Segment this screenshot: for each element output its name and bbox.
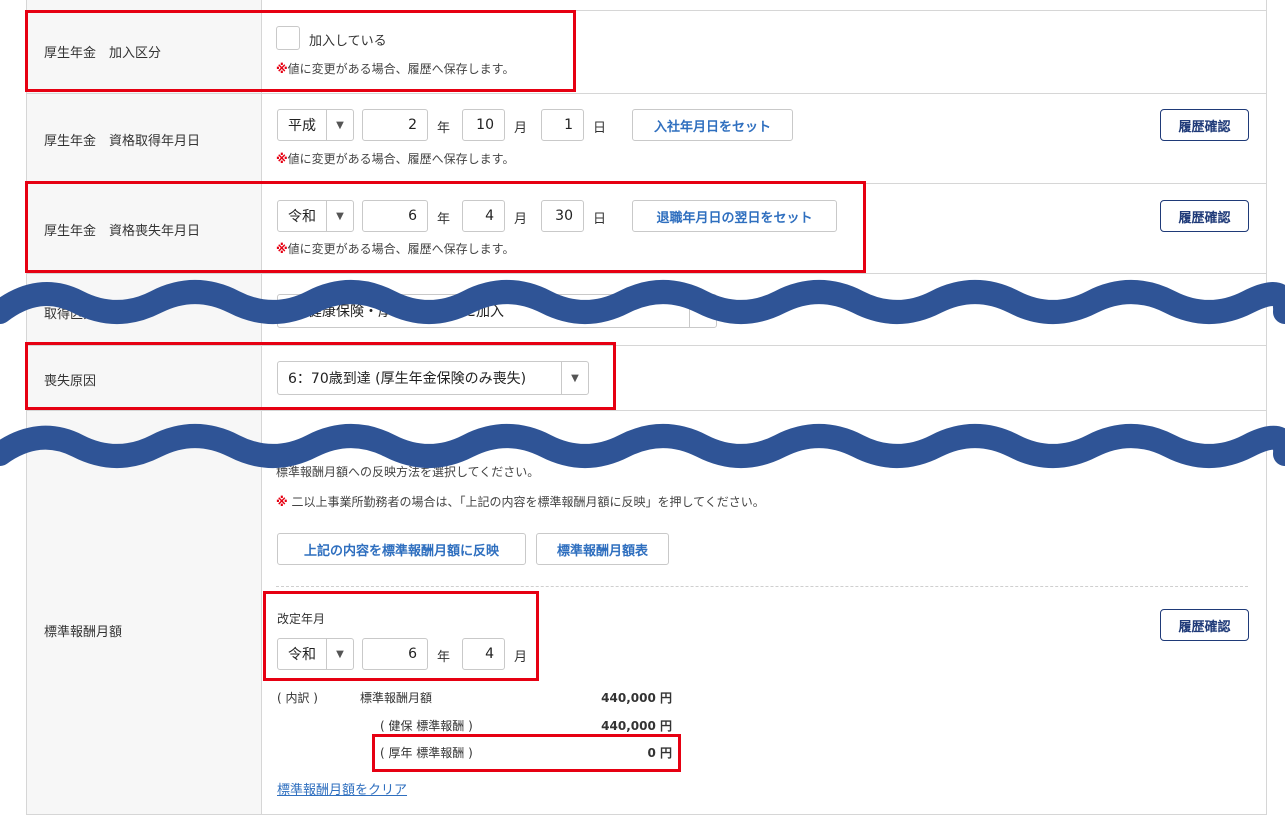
unit-year: 年 xyxy=(437,121,451,136)
breakdown-total-value: 440,000 円 xyxy=(601,691,672,705)
breakdown-prefix: ( 内訳 ) xyxy=(277,691,318,705)
highlight-soushitsu-genin xyxy=(25,342,616,410)
highlight-kaitei xyxy=(263,591,539,681)
soushitsu-history-button[interactable]: 履歴確認 xyxy=(1160,200,1249,232)
highlight-kounen-hyoujun xyxy=(372,734,681,772)
dashed-separator xyxy=(276,586,1248,587)
note-text: 二以上事業所勤務者の場合は、「上記の内容を標準報酬月額に反映」を押してください。 xyxy=(291,495,765,509)
reflect-hyoujun-button[interactable]: 上記の内容を標準報酬月額に反映 xyxy=(277,533,526,565)
shutoku-era-select[interactable]: 平成 ▼ xyxy=(277,109,354,141)
note-mark: ※ xyxy=(276,495,288,509)
wave-cut-line xyxy=(0,280,1285,324)
hyoujun-history-button[interactable]: 履歴確認 xyxy=(1160,609,1249,641)
set-nyusha-date-button[interactable]: 入社年月日をセット xyxy=(632,109,793,141)
row-label-hyoujun: 標準報酬月額 xyxy=(44,625,123,640)
hyoujun-note: ※ 二以上事業所勤務者の場合は、「上記の内容を標準報酬月額に反映」を押してくださ… xyxy=(276,493,765,510)
highlight-soushitsu-date xyxy=(25,181,866,273)
breakdown-total-label: 標準報酬月額 xyxy=(360,691,433,705)
shutoku-history-button[interactable]: 履歴確認 xyxy=(1160,109,1249,141)
shutoku-day-input[interactable]: 1 xyxy=(541,109,584,141)
shutoku-month-input[interactable]: 10 xyxy=(462,109,505,141)
shutoku-note: ※値に変更がある場合、履歴へ保存します。 xyxy=(276,150,514,167)
wave-cut-line xyxy=(0,424,1285,468)
unit-month: 月 xyxy=(514,121,528,136)
highlight-kanyu xyxy=(25,10,576,92)
breakdown-kenpo-value: 440,000 円 xyxy=(601,719,672,733)
shutoku-year-input[interactable]: 2 xyxy=(362,109,428,141)
row-divider xyxy=(26,410,1267,411)
note-text: 値に変更がある場合、履歴へ保存します。 xyxy=(287,152,515,166)
table-right-border xyxy=(1266,0,1267,814)
unit-day: 日 xyxy=(593,121,607,136)
row-label-shikaku-shutoku: 厚生年金 資格取得年月日 xyxy=(44,134,201,149)
table-bottom-border xyxy=(26,814,1267,815)
chevron-down-icon: ▼ xyxy=(326,110,353,140)
hyoujun-table-button[interactable]: 標準報酬月額表 xyxy=(536,533,669,565)
shutoku-era-value: 平成 xyxy=(288,118,316,134)
clear-hyoujun-link[interactable]: 標準報酬月額をクリア xyxy=(277,779,407,798)
note-mark: ※ xyxy=(276,152,288,166)
breakdown-kenpo-label: ( 健保 標準報酬 ) xyxy=(380,719,473,733)
row-divider xyxy=(26,93,1267,94)
